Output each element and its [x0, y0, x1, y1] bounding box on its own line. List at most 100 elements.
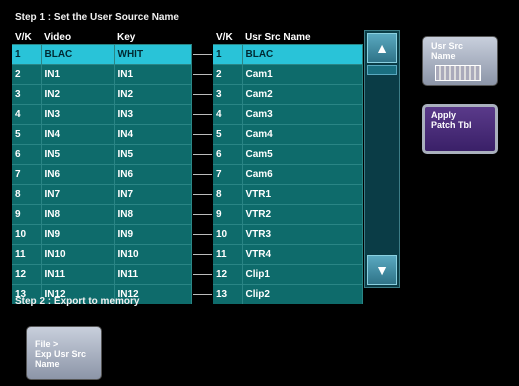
key-cell[interactable]: IN2: [114, 84, 192, 105]
vk-cell[interactable]: 11: [12, 244, 42, 265]
video-cell[interactable]: IN2: [41, 84, 115, 105]
vk-cell[interactable]: 4: [213, 104, 243, 125]
vk-cell[interactable]: 1: [12, 44, 42, 65]
usr-src-name-cell[interactable]: VTR1: [242, 184, 363, 205]
key-cell[interactable]: IN5: [114, 144, 192, 165]
key-cell[interactable]: WHIT: [114, 44, 192, 65]
right-table-row[interactable]: 12 Clip1: [213, 264, 363, 285]
right-table-row[interactable]: 11 VTR4: [213, 244, 363, 265]
left-table-row[interactable]: 1 BLAC WHIT: [12, 44, 192, 65]
apply-label-2: Patch Tbl: [431, 120, 472, 130]
usr-src-name-cell[interactable]: Cam3: [242, 104, 363, 125]
left-table-row[interactable]: 3 IN2 IN2: [12, 84, 192, 105]
right-table-row[interactable]: 2 Cam1: [213, 64, 363, 85]
arrow-down-icon: ▼: [375, 262, 389, 278]
video-cell[interactable]: IN9: [41, 224, 115, 245]
key-cell[interactable]: IN4: [114, 124, 192, 145]
left-table-row[interactable]: 11 IN10 IN10: [12, 244, 192, 265]
video-header: Video: [41, 30, 114, 45]
usr-src-name-cell[interactable]: BLAC: [242, 44, 363, 65]
usr-src-name-cell[interactable]: Clip1: [242, 264, 363, 285]
usr-src-name-cell[interactable]: Cam6: [242, 164, 363, 185]
key-cell[interactable]: IN9: [114, 224, 192, 245]
video-cell[interactable]: IN7: [41, 184, 115, 205]
usr-src-name-cell[interactable]: Cam2: [242, 84, 363, 105]
vk-cell[interactable]: 12: [213, 264, 243, 285]
right-table-row[interactable]: 1 BLAC: [213, 44, 363, 65]
vk-cell[interactable]: 5: [12, 124, 42, 145]
usr-src-name-cell[interactable]: VTR3: [242, 224, 363, 245]
right-table-row[interactable]: 8 VTR1: [213, 184, 363, 205]
video-cell[interactable]: IN4: [41, 124, 115, 145]
row-connector-line: [193, 254, 212, 255]
left-table-row[interactable]: 7 IN6 IN6: [12, 164, 192, 185]
left-table-row[interactable]: 10 IN9 IN9: [12, 224, 192, 245]
left-table-row[interactable]: 6 IN5 IN5: [12, 144, 192, 165]
key-cell[interactable]: IN8: [114, 204, 192, 225]
usr-src-name-cell[interactable]: Clip2: [242, 284, 363, 304]
right-table-row[interactable]: 7 Cam6: [213, 164, 363, 185]
export-usr-src-name-button[interactable]: File > Exp Usr Src Name: [26, 326, 102, 380]
scroll-up-button[interactable]: ▲: [367, 33, 397, 63]
patch-table-screen: Step 1 : Set the User Source Name V/K Vi…: [0, 0, 519, 386]
key-cell[interactable]: IN3: [114, 104, 192, 125]
right-table-row[interactable]: 9 VTR2: [213, 204, 363, 225]
right-table-row[interactable]: 3 Cam2: [213, 84, 363, 105]
scroll-down-button[interactable]: ▼: [367, 255, 397, 285]
usr-src-name-cell[interactable]: Cam5: [242, 144, 363, 165]
usr-src-name-button[interactable]: Usr Src Name: [422, 36, 498, 86]
usr-src-name-cell[interactable]: Cam4: [242, 124, 363, 145]
right-table-row[interactable]: 13 Clip2: [213, 284, 363, 304]
right-table-row[interactable]: 4 Cam3: [213, 104, 363, 125]
vk-cell[interactable]: 7: [213, 164, 243, 185]
right-table-row[interactable]: 6 Cam5: [213, 144, 363, 165]
video-cell[interactable]: IN6: [41, 164, 115, 185]
apply-patch-tbl-button[interactable]: Apply Patch Tbl: [422, 104, 498, 154]
vk-cell[interactable]: 3: [12, 84, 42, 105]
right-table-row[interactable]: 10 VTR3: [213, 224, 363, 245]
right-table-row[interactable]: 5 Cam4: [213, 124, 363, 145]
key-cell[interactable]: IN1: [114, 64, 192, 85]
vk-cell[interactable]: 10: [213, 224, 243, 245]
usr-src-name-cell[interactable]: VTR4: [242, 244, 363, 265]
vk-cell[interactable]: 3: [213, 84, 243, 105]
usr-src-name-cell[interactable]: VTR2: [242, 204, 363, 225]
vk-cell[interactable]: 9: [213, 204, 243, 225]
video-cell[interactable]: IN5: [41, 144, 115, 165]
vk-cell[interactable]: 6: [213, 144, 243, 165]
scroll-thumb[interactable]: [367, 65, 397, 75]
vk-cell[interactable]: 4: [12, 104, 42, 125]
video-cell[interactable]: IN3: [41, 104, 115, 125]
table-scrollbar[interactable]: ▲ ▼: [364, 30, 400, 288]
left-table-row[interactable]: 2 IN1 IN1: [12, 64, 192, 85]
left-table-row[interactable]: 12 IN11 IN11: [12, 264, 192, 285]
video-cell[interactable]: IN8: [41, 204, 115, 225]
vk-cell[interactable]: 2: [12, 64, 42, 85]
left-table-row[interactable]: 4 IN3 IN3: [12, 104, 192, 125]
vk-cell[interactable]: 12: [12, 264, 42, 285]
key-cell[interactable]: IN10: [114, 244, 192, 265]
usr-src-label-1: Usr Src: [431, 41, 464, 51]
vk-cell[interactable]: 6: [12, 144, 42, 165]
vk-cell[interactable]: 2: [213, 64, 243, 85]
vk-cell[interactable]: 13: [213, 284, 243, 304]
video-cell[interactable]: BLAC: [41, 44, 115, 65]
left-table-row[interactable]: 5 IN4 IN4: [12, 124, 192, 145]
usr-src-name-cell[interactable]: Cam1: [242, 64, 363, 85]
video-cell[interactable]: IN1: [41, 64, 115, 85]
vk-cell[interactable]: 10: [12, 224, 42, 245]
left-table-row[interactable]: 8 IN7 IN7: [12, 184, 192, 205]
vk-cell[interactable]: 9: [12, 204, 42, 225]
key-cell[interactable]: IN11: [114, 264, 192, 285]
key-cell[interactable]: IN7: [114, 184, 192, 205]
video-cell[interactable]: IN11: [41, 264, 115, 285]
vk-cell[interactable]: 1: [213, 44, 243, 65]
left-table-row[interactable]: 9 IN8 IN8: [12, 204, 192, 225]
vk-cell[interactable]: 5: [213, 124, 243, 145]
vk-cell[interactable]: 11: [213, 244, 243, 265]
video-cell[interactable]: IN10: [41, 244, 115, 265]
vk-cell[interactable]: 8: [213, 184, 243, 205]
vk-cell[interactable]: 7: [12, 164, 42, 185]
vk-cell[interactable]: 8: [12, 184, 42, 205]
key-cell[interactable]: IN6: [114, 164, 192, 185]
